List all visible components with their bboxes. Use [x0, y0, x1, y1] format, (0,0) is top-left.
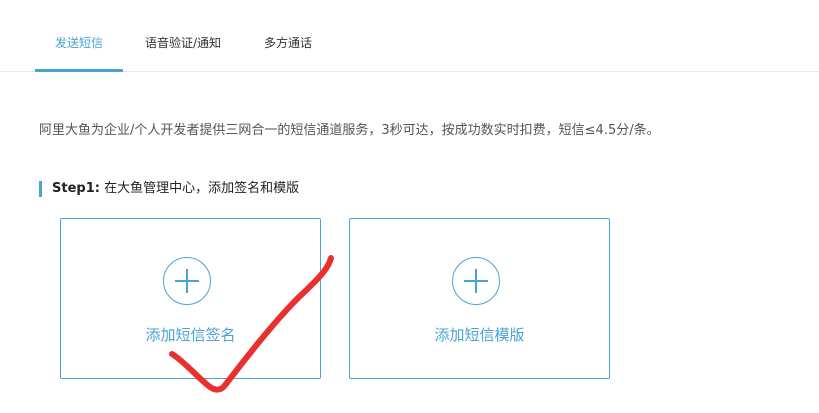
page: 发送短信 语音验证/通知 多方通话 阿里大鱼为企业/个人开发者提供三网合一的短信…	[0, 0, 819, 413]
add-sms-signature-card[interactable]: 添加短信签名	[60, 218, 321, 379]
add-sms-signature-label: 添加短信签名	[145, 326, 236, 344]
service-description: 阿里大鱼为企业/个人开发者提供三网合一的短信通道服务，3秒可达，按成功数实时扣费…	[39, 123, 660, 138]
step1-heading: Step1: 在大鱼管理中心，添加签名和模版	[39, 181, 299, 197]
plus-circle-icon	[163, 257, 211, 305]
step1-text: 在大鱼管理中心，添加签名和模版	[99, 181, 300, 196]
active-tab-indicator	[35, 69, 123, 72]
tab-voice-verification[interactable]: 语音验证/通知	[145, 0, 221, 72]
plus-circle-icon	[452, 257, 500, 305]
step1-label: Step1:	[52, 181, 100, 196]
tab-send-sms[interactable]: 发送短信	[35, 0, 123, 72]
add-sms-template-label: 添加短信模版	[434, 326, 525, 344]
add-sms-template-card[interactable]: 添加短信模版	[349, 218, 610, 379]
tab-conference-call[interactable]: 多方通话	[264, 0, 312, 72]
tab-bar: 发送短信 语音验证/通知 多方通话	[0, 0, 819, 72]
